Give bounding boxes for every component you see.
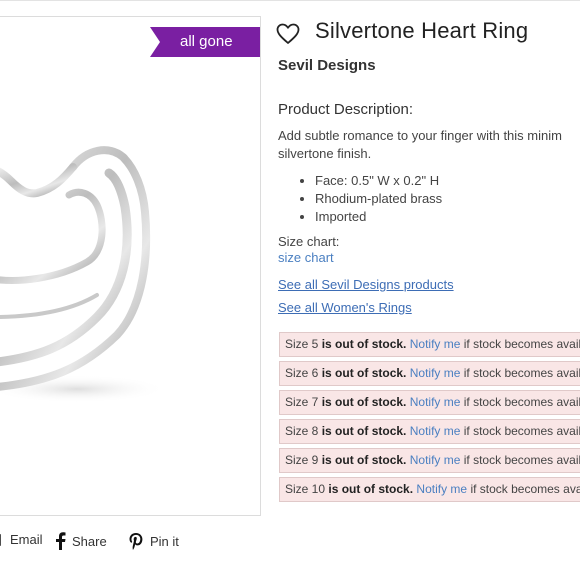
pinterest-icon <box>129 533 143 550</box>
stock-suffix: if stock becomes avail <box>463 453 580 467</box>
heart-outline-icon[interactable] <box>276 23 300 45</box>
badge-label: all gone <box>180 33 233 50</box>
description-text: Add subtle romance to your finger with t… <box>278 127 580 163</box>
feature-item: Imported <box>315 208 442 226</box>
notify-me-link[interactable]: Notify me <box>410 424 461 438</box>
feature-item: Face: 0.5" W x 0.2" H <box>315 172 442 190</box>
stock-row-size-9: Size 9 is out of stock. Notify me if sto… <box>279 448 580 473</box>
stock-suffix: if stock becomes avail <box>463 337 580 351</box>
stock-status: is out of stock. <box>321 453 407 467</box>
email-label: Email <box>10 532 43 547</box>
share-label: Share <box>72 533 107 549</box>
product-image[interactable] <box>0 16 261 516</box>
size-chart-label: Size chart: <box>278 234 340 249</box>
stock-status: is out of stock. <box>321 424 407 438</box>
top-divider <box>0 0 580 1</box>
stock-row-size-10: Size 10 is out of stock. Notify me if st… <box>279 477 580 502</box>
stock-suffix: if stock becomes avail <box>463 395 580 409</box>
brand-name: Sevil Designs <box>278 57 376 74</box>
size-label: Size 9 <box>285 453 319 467</box>
stock-suffix: if stock becomes avail <box>463 366 580 380</box>
feature-list: Face: 0.5" W x 0.2" H Rhodium-plated bra… <box>298 172 442 226</box>
product-title: Silvertone Heart Ring <box>315 18 529 43</box>
stock-row-size-6: Size 6 is out of stock. Notify me if sto… <box>279 361 580 386</box>
pin-label: Pin it <box>150 533 179 549</box>
facebook-share-button[interactable]: Share <box>54 532 107 550</box>
stock-row-size-7: Size 7 is out of stock. Notify me if sto… <box>279 390 580 415</box>
notify-me-link[interactable]: Notify me <box>410 337 461 351</box>
facebook-icon <box>56 532 66 550</box>
stock-status: is out of stock. <box>321 337 407 351</box>
size-label: Size 7 <box>285 395 319 409</box>
see-all-brand-link[interactable]: See all Sevil Designs products <box>278 277 454 292</box>
email-share-button[interactable]: Email <box>0 532 43 547</box>
notify-me-link[interactable]: Notify me <box>410 453 461 467</box>
sold-out-badge: all gone <box>150 27 260 57</box>
stock-status: is out of stock. <box>321 395 407 409</box>
stock-suffix: if stock becomes avail <box>463 424 580 438</box>
notify-me-link[interactable]: Notify me <box>410 366 461 380</box>
description-line: Add subtle romance to your finger with t… <box>278 128 562 143</box>
size-chart-link[interactable]: size chart <box>278 250 334 265</box>
size-label: Size 5 <box>285 337 319 351</box>
email-icon <box>0 533 1 546</box>
feature-item: Rhodium-plated brass <box>315 190 442 208</box>
size-label: Size 8 <box>285 424 319 438</box>
notify-me-link[interactable]: Notify me <box>410 395 461 409</box>
stock-row-size-8: Size 8 is out of stock. Notify me if sto… <box>279 419 580 444</box>
stock-suffix: if stock becomes avail <box>470 482 580 496</box>
size-label: Size 6 <box>285 366 319 380</box>
stock-row-size-5: Size 5 is out of stock. Notify me if sto… <box>279 332 580 357</box>
stock-status: is out of stock. <box>321 366 407 380</box>
see-all-category-link[interactable]: See all Women's Rings <box>278 300 412 315</box>
stock-status: is out of stock. <box>328 482 414 496</box>
ring-image <box>0 146 167 403</box>
description-line: silvertone finish. <box>278 146 372 161</box>
stock-list: Size 5 is out of stock. Notify me if sto… <box>279 332 580 506</box>
notify-me-link[interactable]: Notify me <box>416 482 467 496</box>
pinterest-share-button[interactable]: Pin it <box>128 532 179 550</box>
description-heading: Product Description: <box>278 101 414 118</box>
size-label: Size 10 <box>285 482 326 496</box>
